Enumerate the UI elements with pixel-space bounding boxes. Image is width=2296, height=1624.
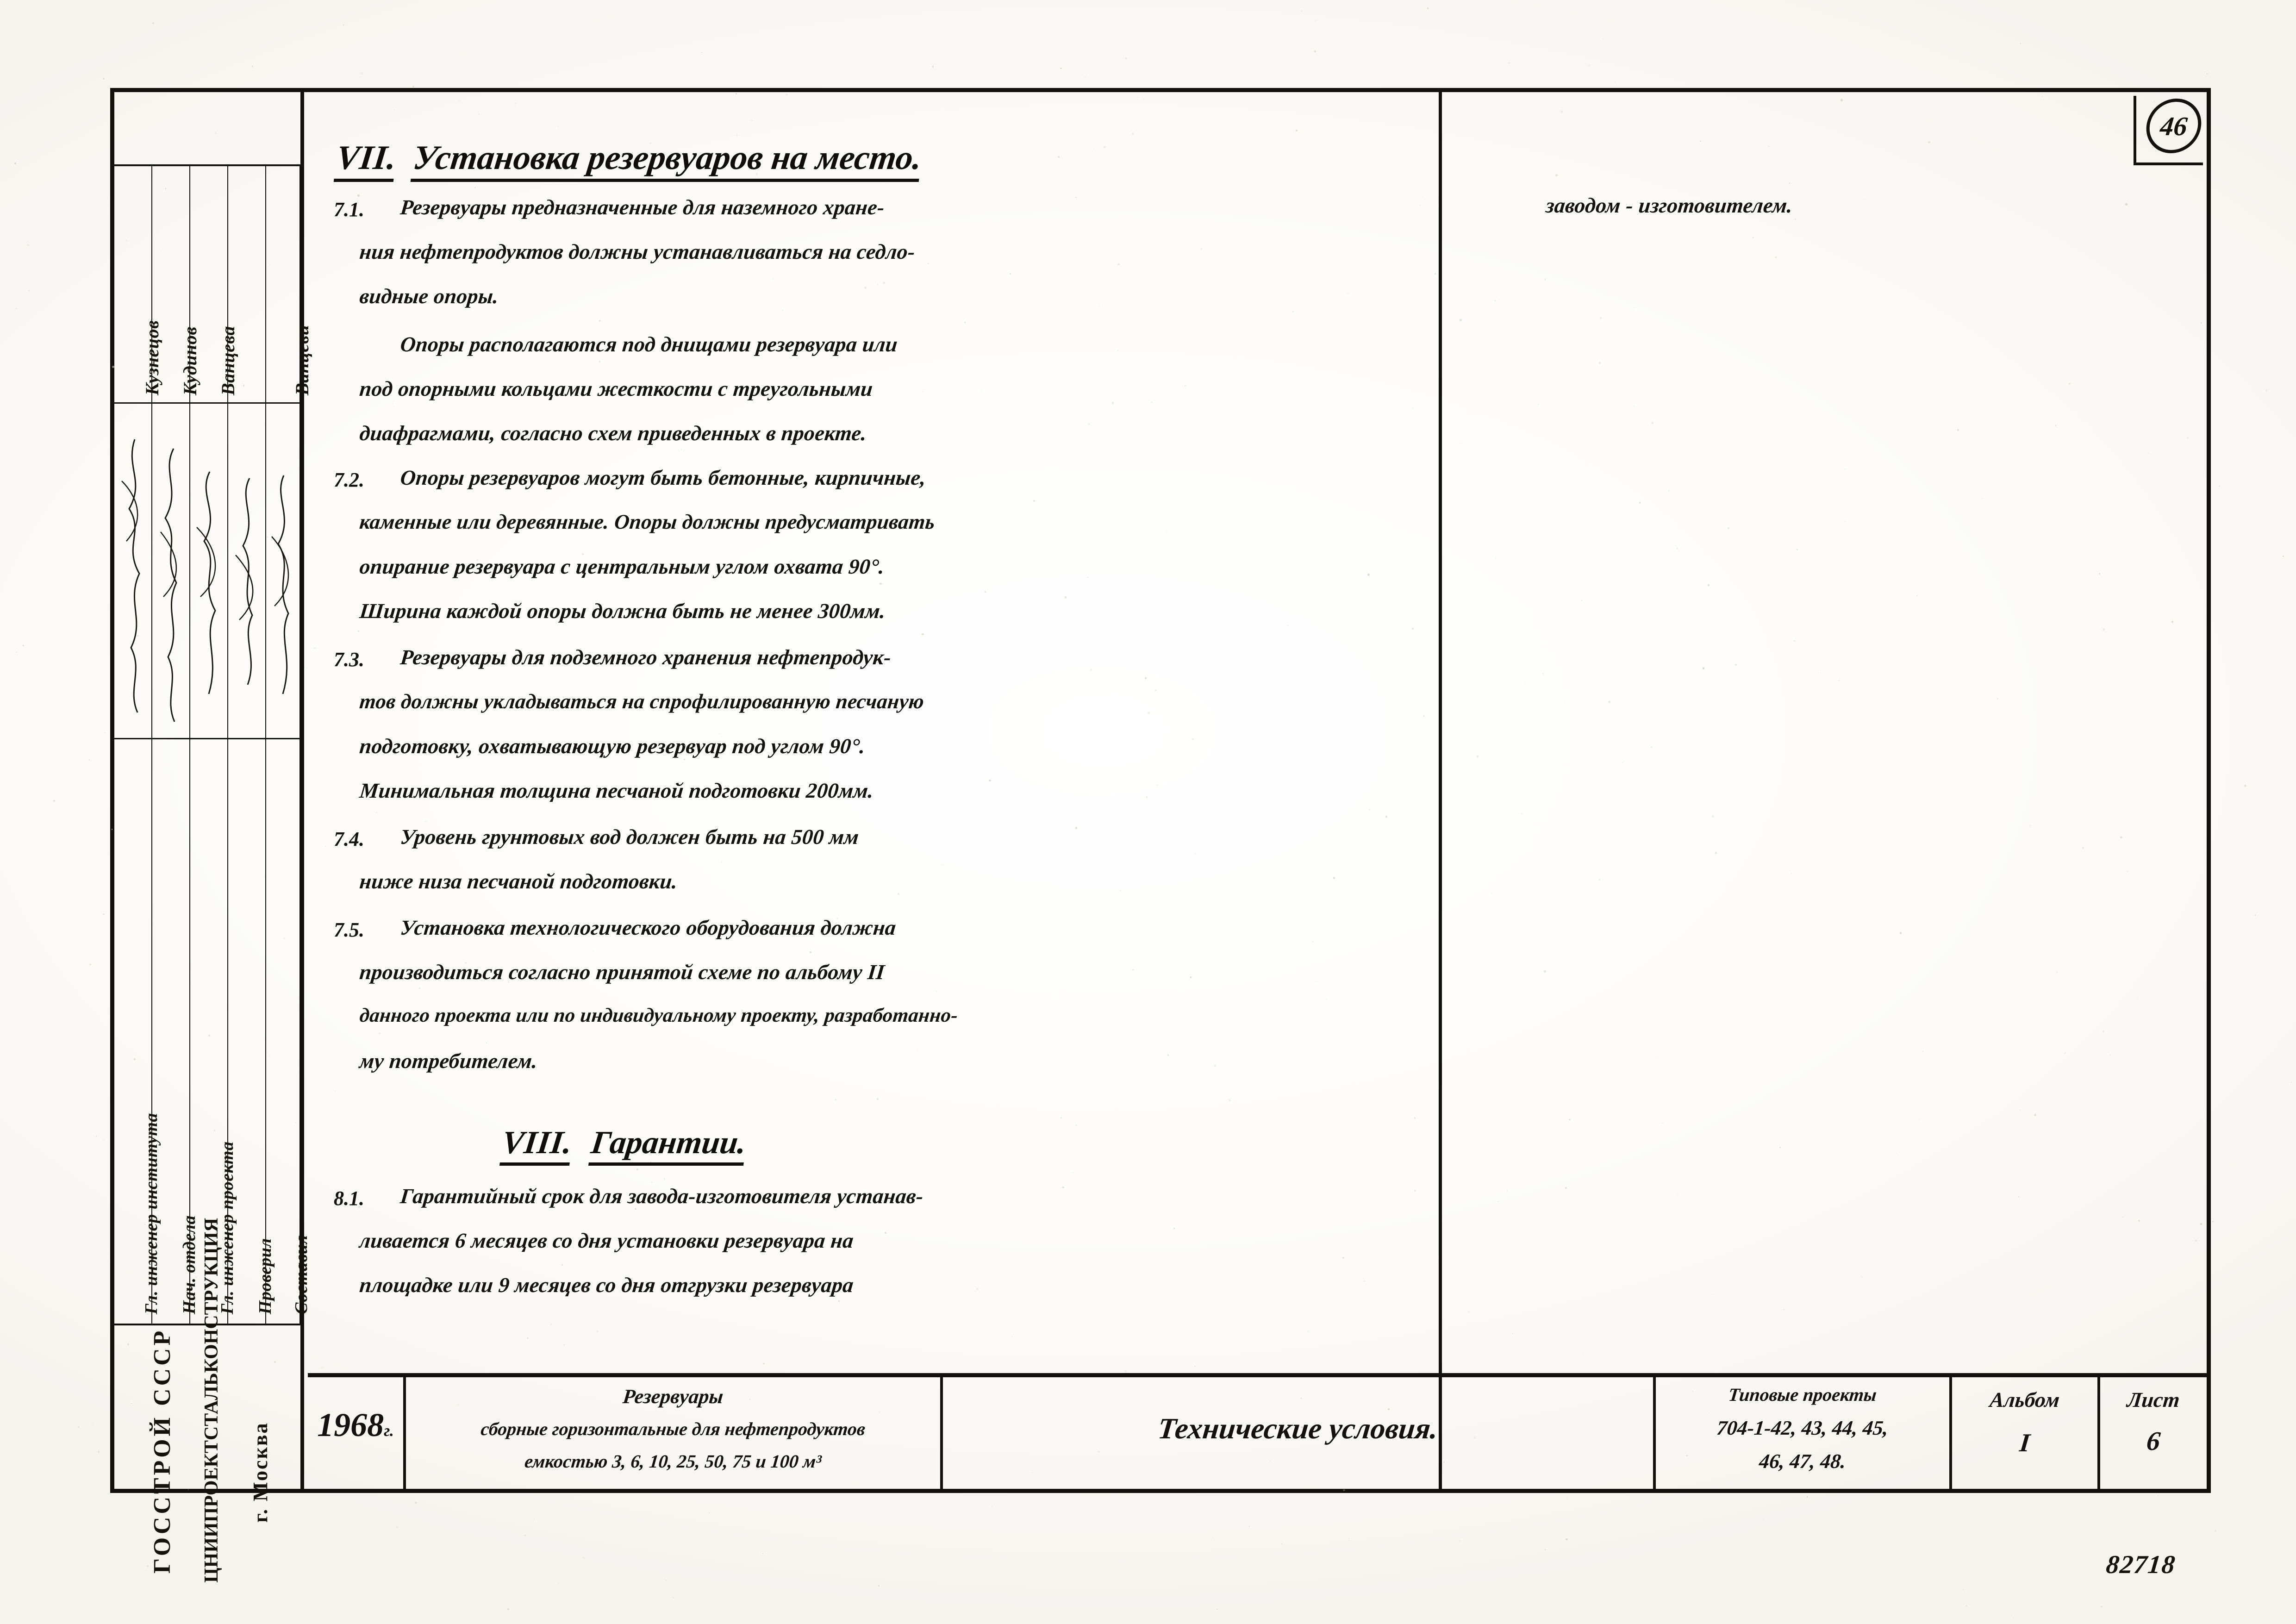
signature-3 [193, 462, 228, 703]
title-block-sheet-cell: Лист 6 [2100, 1377, 2207, 1489]
item-7-1b-line-1: Опоры располагаются под днищами резервуа… [399, 332, 899, 356]
organization-city: г. Москва [249, 1422, 272, 1523]
stamp-band-divider-2 [114, 738, 300, 739]
title-block-drawing-cell: Технические условия. [943, 1377, 1656, 1489]
section-8-title: Гарантии. [588, 1125, 748, 1166]
item-7-5-number: 7.5. [334, 918, 364, 942]
signature-5 [268, 467, 300, 699]
title-block-year: 1968 [317, 1406, 384, 1443]
item-7-2-line-3: опирание резервуара с центральным углом … [358, 554, 886, 579]
title-block: 1968г. Резервуары сборные горизонтальные… [308, 1373, 2207, 1489]
title-block-object-desc-1: сборные горизонтальные для нефтепродукто… [405, 1418, 942, 1440]
title-block-album-label: Альбом [1951, 1387, 2099, 1412]
title-block-year-suffix: г. [384, 1421, 394, 1440]
item-7-5-line-3: данного проекта или по индивидуальному п… [358, 1004, 959, 1027]
item-7-1b-line-3: диафрагмами, согласно схем приведенных в… [358, 421, 868, 445]
item-7-2-line-4: Ширина каждой опоры должна быть не менее… [358, 599, 887, 623]
right-continuation-column: заводом - изготовителем. 46 [1445, 92, 2207, 1489]
title-block-album-value: I [1951, 1428, 2099, 1458]
item-8-1-line-2: ливается 6 месяцев со дня установки резе… [358, 1228, 855, 1253]
item-7-3-line-1: Резервуары для подземного хранения нефте… [399, 645, 892, 669]
title-block-sheet-value: 6 [2098, 1425, 2208, 1456]
stamp-name-1: Кузнецов [141, 320, 163, 395]
item-7-3-line-4: Минимальная толщина песчаной подготовки … [358, 778, 875, 803]
section-7-heading: VII. Установка резервуаров на место. [334, 138, 924, 178]
item-7-1-number: 7.1. [334, 198, 364, 221]
title-block-year-cell: 1968г. [308, 1377, 406, 1489]
item-7-5-line-1: Установка технологического оборудования … [399, 915, 897, 940]
item-7-2-line-1: Опоры резервуаров могут быть бетонные, к… [399, 465, 927, 490]
section-8-heading: VIII. Гарантии. [500, 1124, 748, 1162]
organization-institute: ЦНИИПРОЕКТСТАЛЬКОНСТРУКЦИЯ [200, 1218, 223, 1583]
item-7-1-line-3: видные опоры. [358, 284, 500, 308]
stamp-signature-grid: Кузнецов Кудинов Ванцева Ванцеви Гл. инж… [114, 166, 300, 1324]
stamp-name-3: Ванцева [217, 326, 239, 395]
section-7-roman: VII. [334, 139, 399, 182]
title-block-object-title: Резервуары [405, 1385, 941, 1408]
left-stamp-column: Кузнецов Кудинов Ванцева Ванцеви Гл. инж… [114, 92, 304, 1489]
signature-1 [117, 425, 152, 722]
title-block-object-desc-2: емкостью 3, 6, 10, 25, 50, 75 и 100 м³ [405, 1450, 942, 1472]
stamp-organization-band: ГОССТРОЙ СССР ЦНИИПРОЕКТСТАЛЬКОНСТРУКЦИЯ… [114, 1324, 300, 1489]
item-7-1-line-1: Резервуары предназначенные для наземного… [399, 195, 886, 219]
section-7-title: Установка резервуаров на место. [411, 139, 924, 182]
right-continuation-text: заводом - изготовителем. [1545, 193, 1794, 218]
item-7-4-number: 7.4. [334, 827, 364, 851]
item-7-4-line-1: Уровень грунтовых вод должен быть на 500… [399, 824, 860, 849]
title-block-sheet-label: Лист [2099, 1387, 2208, 1412]
item-8-1-line-3: площадке или 9 месяцев со дня отгрузки р… [358, 1273, 855, 1297]
title-block-project-numbers-2: 46, 47, 48. [1654, 1449, 1950, 1473]
signature-2 [155, 439, 190, 726]
item-7-1-line-2: ния нефтепродуктов должны устанавливатьс… [358, 239, 917, 264]
item-7-4-line-2: ниже низа песчаной подготовки. [358, 869, 679, 893]
title-block-project-cell: Типовые проекты 704-1-42, 43, 44, 45, 46… [1656, 1377, 1952, 1489]
title-block-project-numbers-1: 704-1-42, 43, 44, 45, [1654, 1416, 1950, 1440]
scanned-sheet: Кузнецов Кудинов Ванцева Ванцеви Гл. инж… [0, 0, 2296, 1624]
stamp-role-2: Нач. отдела [179, 1215, 200, 1314]
organization-authority: ГОССТРОЙ СССР [149, 1328, 176, 1574]
title-block-album-cell: Альбом I [1952, 1377, 2100, 1489]
title-block-object-cell: Резервуары сборные горизонтальные для не… [406, 1377, 943, 1489]
signature-4 [231, 472, 266, 689]
section-8-roman: VIII. [499, 1125, 574, 1166]
title-block-drawing-title: Технические условия. [941, 1412, 1655, 1446]
item-7-1b-line-2: под опорными кольцами жесткости с треуго… [358, 376, 874, 401]
stamp-role-4: Проверил [255, 1238, 275, 1314]
item-7-2-number: 7.2. [334, 468, 364, 492]
item-8-1-line-1: Гарантийный срок для завода-изготовителя… [399, 1184, 924, 1208]
title-block-project-caption: Типовые проекты [1655, 1384, 1951, 1405]
item-7-3-line-3: подготовку, охватывающую резервуар под у… [358, 734, 867, 758]
stamp-blank-top [114, 92, 300, 166]
item-7-3-line-2: тов должны укладываться на спрофилирован… [358, 689, 925, 713]
item-7-3-number: 7.3. [334, 648, 364, 671]
item-7-5-line-2: производиться согласно принятой схеме по… [358, 960, 886, 984]
stamp-role-1: Гл. инженер института [141, 1113, 162, 1314]
item-7-5-line-4: му потребителем. [358, 1049, 539, 1073]
item-7-2-line-2: каменные или деревянные. Опоры должны пр… [358, 510, 936, 534]
item-8-1-number: 8.1. [334, 1187, 364, 1210]
main-text-column: VII. Установка резервуаров на место. 7.1… [308, 92, 1442, 1489]
stamp-name-2: Кудинов [179, 326, 201, 395]
stamp-band-divider-1 [114, 402, 300, 404]
document-code: 82718 [2105, 1550, 2177, 1580]
drawing-frame: Кузнецов Кудинов Ванцева Ванцеви Гл. инж… [110, 88, 2211, 1493]
